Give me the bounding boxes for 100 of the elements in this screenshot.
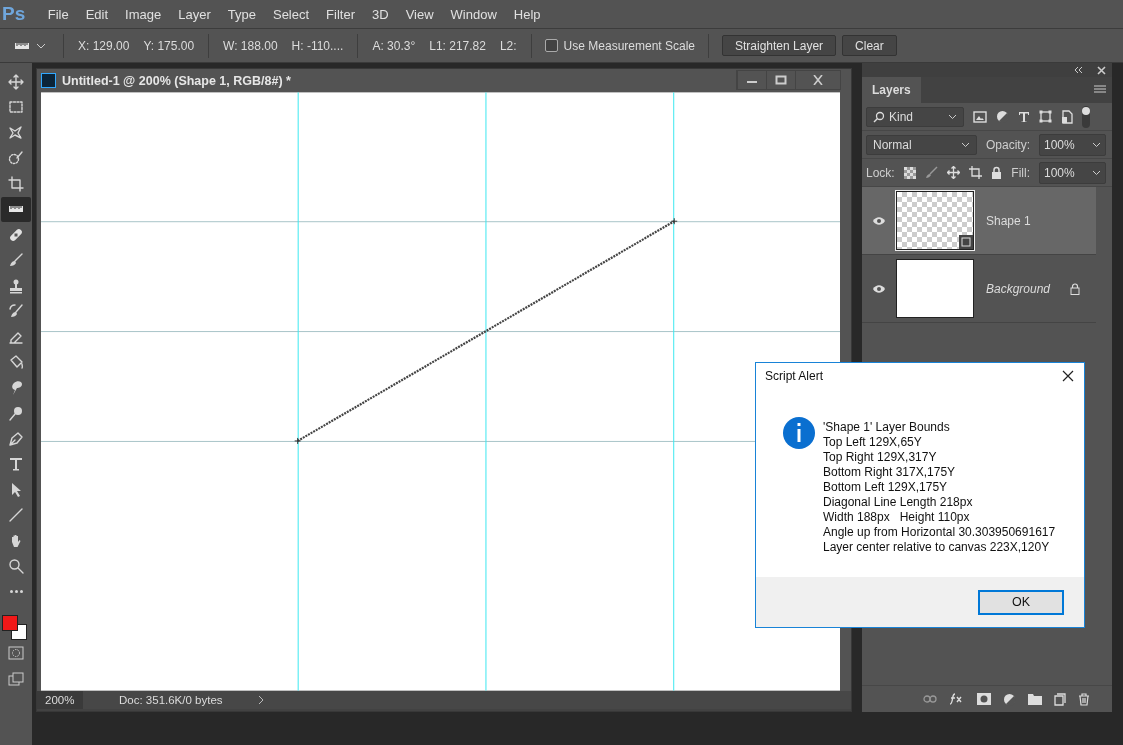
measurement-readout: L1: 217.82: [428, 38, 487, 53]
measurement-readout: W: 188.00: [222, 38, 279, 53]
adjustment-layer-icon[interactable]: [1003, 692, 1016, 706]
smart-object-filter-icon[interactable]: [1061, 109, 1073, 124]
menu-item[interactable]: 3D: [363, 6, 398, 22]
shape-filter-icon[interactable]: [1039, 110, 1052, 123]
more-tools-icon: [9, 590, 23, 594]
fill-label: Fill:: [1011, 165, 1030, 180]
pen-tool-icon: [8, 430, 24, 447]
document-title: Untitled-1 @ 200% (Shape 1, RGB/8#) *: [62, 73, 292, 88]
menu-item[interactable]: Help: [505, 6, 550, 22]
crop-icon: [8, 175, 24, 192]
move-icon[interactable]: [946, 166, 960, 179]
checkbox-label: Use Measurement Scale: [563, 38, 695, 53]
type-tool-icon: [8, 456, 24, 473]
folder-icon[interactable]: [1028, 693, 1042, 705]
menu-item[interactable]: Filter: [317, 6, 364, 22]
quick-selection-icon: [8, 150, 24, 167]
zoom-icon: [8, 558, 24, 575]
zoom-level[interactable]: 200%: [37, 691, 83, 709]
trash-icon[interactable]: [1078, 692, 1090, 706]
message-line: Bottom Left 129X,175Y: [823, 480, 949, 495]
dodge-icon: [8, 405, 24, 422]
menu-item[interactable]: Layer: [169, 6, 220, 22]
message-line: Layer center relative to canvas 223X,120Y: [823, 540, 1051, 555]
line-tool-icon: [8, 507, 24, 524]
message-line: Angle up from Horizontal 30.303950691617: [823, 525, 1056, 540]
blend-mode-dropdown[interactable]: Normal: [866, 134, 977, 155]
adjustment-filter-icon[interactable]: [996, 110, 1009, 123]
link-icon[interactable]: [923, 695, 937, 703]
panel-tab[interactable]: Layers: [862, 77, 921, 103]
screen-mode-icon: [8, 671, 24, 686]
search-icon: [873, 110, 885, 123]
eye-icon[interactable]: [872, 215, 886, 226]
chevron-down-icon: [961, 141, 970, 148]
layer-row[interactable]: Background: [862, 255, 1096, 323]
document-info: Doc: 351.6K/0 bytes: [118, 694, 224, 706]
new-layer-icon[interactable]: [1054, 692, 1066, 706]
document-icon: [41, 73, 56, 88]
chevron-right-icon[interactable]: [257, 695, 265, 705]
stamp-icon: [8, 277, 24, 294]
type-filter-icon[interactable]: [1018, 110, 1030, 123]
maximize-icon: [775, 75, 787, 85]
collapse-icon[interactable]: [1073, 66, 1083, 74]
dialog-title: Script Alert: [765, 369, 824, 383]
measurement-readout: L2:: [498, 38, 518, 53]
move-icon: [8, 73, 24, 90]
option-button[interactable]: Clear: [842, 35, 897, 56]
menu-item[interactable]: Window: [442, 6, 506, 22]
close-icon[interactable]: [1062, 370, 1074, 382]
chevron-down-icon: [1092, 169, 1101, 176]
message-line: Bottom Right 317X,175Y: [823, 465, 957, 480]
checkbox[interactable]: [544, 39, 558, 52]
lock-transparency-icon[interactable]: [903, 166, 916, 179]
eye-icon[interactable]: [872, 283, 886, 294]
image-filter-icon[interactable]: [973, 110, 987, 123]
menu-icon[interactable]: [1094, 85, 1106, 95]
opacity-field[interactable]: 100%: [1039, 133, 1106, 156]
vector-shape-icon: [959, 235, 973, 249]
menu-item[interactable]: Type: [219, 6, 265, 22]
fill-field[interactable]: 100%: [1039, 161, 1106, 184]
message-line: Width 188px Height 110px: [823, 510, 971, 525]
tool-button[interactable]: [1, 196, 31, 222]
layer-row[interactable]: Shape 1: [862, 187, 1096, 255]
lasso-icon: [8, 124, 24, 141]
chevron-down-icon: [1092, 141, 1101, 148]
brush-icon: [8, 252, 24, 269]
measurement-readout: Y: 175.00: [142, 38, 196, 53]
artboard-icon[interactable]: [968, 166, 982, 179]
lock-icon[interactable]: [990, 166, 1002, 179]
measurement-readout: X: 129.00: [77, 38, 131, 53]
measurement-readout: H: -110....: [290, 38, 345, 53]
message-line: Top Right 129X,317Y: [823, 450, 938, 465]
app-logo: Ps: [1, 3, 27, 25]
menu-item[interactable]: View: [397, 6, 443, 22]
measurement-readout: A: 30.3°: [371, 38, 417, 53]
close-icon: [812, 75, 824, 85]
lock-label: Lock:: [866, 165, 895, 180]
message-line: Diagonal Line Length 218px: [823, 495, 974, 510]
chevron-down-icon: [36, 41, 46, 50]
mask-icon[interactable]: [977, 693, 991, 705]
message-line: 'Shape 1' Layer Bounds: [823, 420, 951, 435]
paint-bucket-icon: [8, 354, 24, 371]
quick-mask-icon: [8, 646, 24, 661]
history-brush-icon: [8, 303, 24, 320]
option-button[interactable]: Straighten Layer: [722, 35, 837, 56]
menu-item[interactable]: Select: [264, 6, 318, 22]
layer-name: Background: [986, 281, 1052, 296]
layer-filter-dropdown[interactable]: Kind: [866, 106, 964, 127]
menu-item[interactable]: File: [39, 6, 78, 22]
layer-name: Shape 1: [986, 213, 1032, 228]
ok-button[interactable]: OK: [978, 589, 1064, 615]
brush-icon[interactable]: [924, 166, 938, 179]
filter-toggle[interactable]: [1082, 105, 1090, 128]
color-swatches-icon[interactable]: [2, 614, 28, 641]
marquee-icon: [8, 99, 24, 116]
opacity-label: Opacity:: [986, 137, 1030, 152]
message-line: Top Left 129X,65Y: [823, 435, 923, 450]
menu-item[interactable]: Edit: [77, 6, 117, 22]
menu-item[interactable]: Image: [116, 6, 170, 22]
